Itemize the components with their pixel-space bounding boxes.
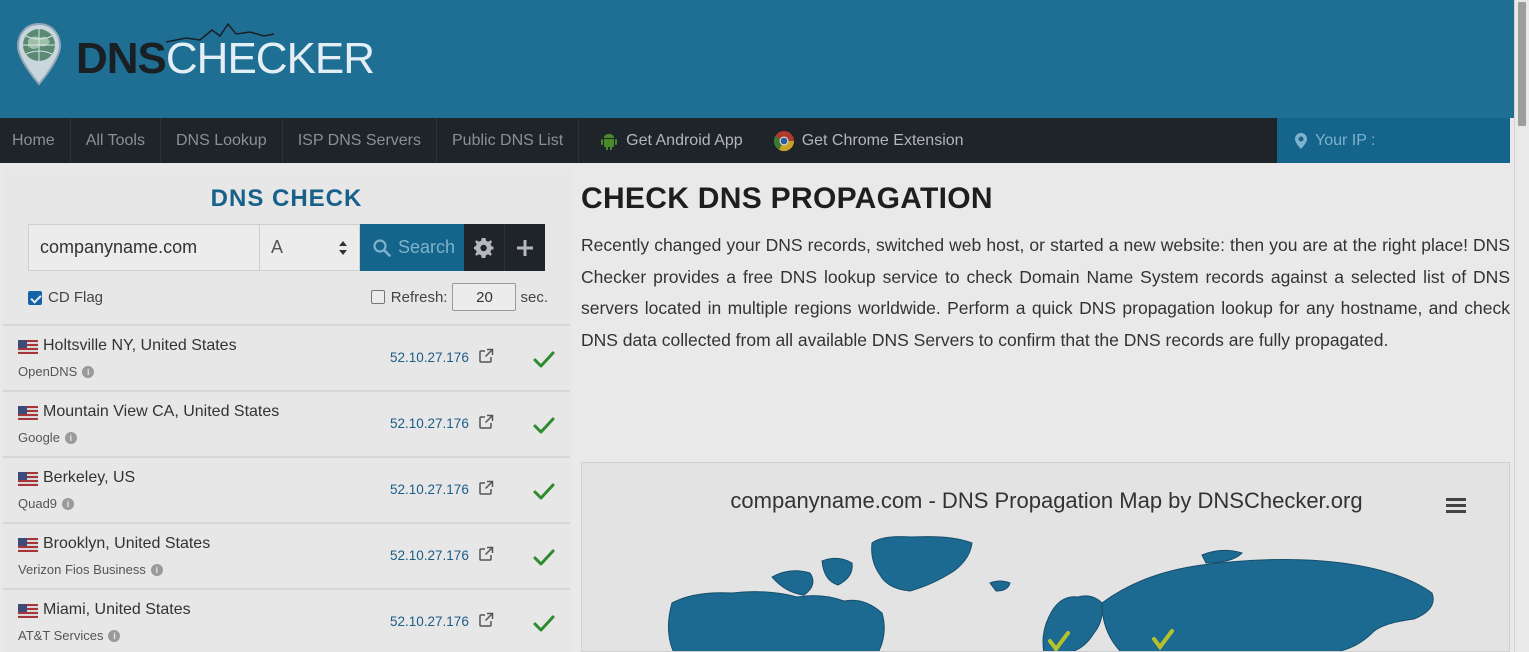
dns-check-panel: DNS CHECK companyname.com A Search CD Fl… — [3, 169, 570, 652]
server-location: Berkeley, US — [43, 469, 136, 486]
us-flag-icon — [18, 340, 38, 354]
us-flag-icon — [18, 604, 38, 618]
server-provider-name: Google — [18, 430, 60, 445]
refresh-seconds-input[interactable]: 20 — [452, 283, 517, 311]
check-icon — [533, 483, 555, 500]
options-row: CD Flag Refresh: 20 sec. — [28, 283, 548, 313]
server-row: Miami, United States AT&T Services i 52.… — [3, 588, 570, 652]
main-nav: Home All Tools DNS Lookup ISP DNS Server… — [0, 118, 1277, 163]
record-type-select[interactable]: A — [260, 224, 360, 271]
search-button[interactable]: Search — [360, 224, 464, 271]
logo-dns-text: DNS — [76, 34, 167, 83]
add-button[interactable] — [504, 224, 545, 271]
server-provider-name: Quad9 — [18, 496, 58, 511]
server-location: Holtsville NY, United States — [43, 337, 237, 354]
check-icon — [533, 417, 555, 434]
settings-button[interactable] — [464, 224, 504, 271]
server-provider: Google i — [18, 430, 77, 445]
external-link-icon[interactable] — [478, 612, 494, 628]
external-link-icon[interactable] — [478, 414, 494, 430]
cd-flag-option[interactable]: CD Flag — [28, 289, 103, 306]
server-ip[interactable]: 52.10.27.176 — [390, 416, 469, 431]
info-icon[interactable]: i — [82, 365, 95, 378]
nav-android-label: Get Android App — [626, 131, 743, 149]
nav-isp-dns-servers[interactable]: ISP DNS Servers — [283, 118, 437, 163]
refresh-option: Refresh: 20 sec. — [370, 283, 548, 311]
info-icon[interactable]: i — [64, 431, 77, 444]
nav-chrome-extension[interactable]: Get Chrome Extension — [758, 118, 979, 163]
android-icon — [601, 133, 618, 150]
server-provider: Verizon Fios Business i — [18, 562, 163, 577]
chrome-icon — [773, 130, 794, 151]
check-icon — [533, 351, 555, 368]
server-list: Holtsville NY, United States OpenDNS i 5… — [3, 324, 570, 652]
nav-home[interactable]: Home — [0, 118, 71, 163]
info-icon[interactable]: i — [62, 497, 75, 510]
plus-icon — [517, 239, 533, 256]
server-provider-name: AT&T Services — [18, 628, 104, 643]
location-pin-icon — [1295, 132, 1307, 149]
your-ip-label: Your IP : — [1315, 131, 1376, 149]
page-title: CHECK DNS PROPAGATION — [581, 182, 993, 215]
domain-input[interactable]: companyname.com — [28, 224, 260, 271]
server-ip[interactable]: 52.10.27.176 — [390, 350, 469, 365]
cd-flag-checkbox[interactable] — [28, 290, 42, 305]
page-description: Recently changed your DNS records, switc… — [581, 235, 1510, 350]
search-button-label: Search — [398, 237, 456, 257]
server-provider-name: OpenDNS — [18, 364, 78, 379]
us-flag-icon — [18, 472, 38, 486]
server-ip[interactable]: 52.10.27.176 — [390, 548, 469, 563]
server-row: Holtsville NY, United States OpenDNS i 5… — [3, 324, 570, 390]
server-provider: OpenDNS i — [18, 364, 95, 379]
nav-public-dns-list[interactable]: Public DNS List — [437, 118, 580, 163]
your-ip-box: Your IP : — [1277, 118, 1510, 163]
refresh-label: Refresh: — [390, 288, 448, 306]
cd-flag-label: CD Flag — [48, 289, 104, 306]
us-flag-icon — [18, 538, 38, 552]
check-icon — [533, 549, 555, 566]
external-link-icon[interactable] — [478, 546, 494, 562]
scrollbar-thumb[interactable] — [1518, 2, 1526, 126]
server-location: Mountain View CA, United States — [43, 403, 280, 420]
external-link-icon[interactable] — [478, 348, 494, 364]
hamburger-menu-icon[interactable] — [1446, 496, 1468, 514]
server-row: Brooklyn, United States Verizon Fios Bus… — [3, 522, 570, 588]
search-icon — [373, 238, 391, 257]
server-location: Brooklyn, United States — [43, 535, 211, 552]
refresh-unit: sec. — [520, 288, 548, 306]
gear-icon — [474, 237, 494, 258]
server-row: Berkeley, US Quad9 i 52.10.27.176 — [3, 456, 570, 522]
select-arrows-icon — [339, 240, 347, 255]
server-ip[interactable]: 52.10.27.176 — [390, 482, 469, 497]
info-icon[interactable]: i — [108, 629, 121, 642]
logo-signal-line-icon — [166, 22, 275, 43]
record-type-value: A — [271, 237, 284, 257]
server-provider-name: Verizon Fios Business — [18, 562, 146, 577]
nav-dns-lookup[interactable]: DNS Lookup — [161, 118, 283, 163]
page-scrollbar[interactable] — [1514, 0, 1529, 652]
check-icon — [533, 615, 555, 632]
refresh-checkbox[interactable] — [370, 290, 385, 304]
nav-android-app[interactable]: Get Android App — [579, 118, 758, 163]
globe-pin-icon — [16, 22, 62, 86]
server-ip[interactable]: 52.10.27.176 — [390, 614, 469, 629]
server-location: Miami, United States — [43, 601, 191, 618]
map-title: companyname.com - DNS Propagation Map by… — [730, 488, 1363, 513]
site-header: DNSCHECKER — [0, 0, 1514, 118]
nav-chrome-label: Get Chrome Extension — [801, 131, 964, 149]
info-icon[interactable]: i — [150, 563, 163, 576]
nav-all-tools[interactable]: All Tools — [71, 118, 161, 163]
us-flag-icon — [18, 406, 38, 420]
search-row: companyname.com A Search — [28, 224, 545, 271]
propagation-map-card: companyname.com - DNS Propagation Map by… — [581, 462, 1510, 652]
server-row: Mountain View CA, United States Google i… — [3, 390, 570, 456]
external-link-icon[interactable] — [478, 480, 494, 496]
server-provider: AT&T Services i — [18, 628, 121, 643]
dnschecker-logo[interactable]: DNSCHECKER — [16, 22, 375, 88]
dns-check-title: DNS CHECK — [210, 185, 363, 212]
server-provider: Quad9 i — [18, 496, 75, 511]
